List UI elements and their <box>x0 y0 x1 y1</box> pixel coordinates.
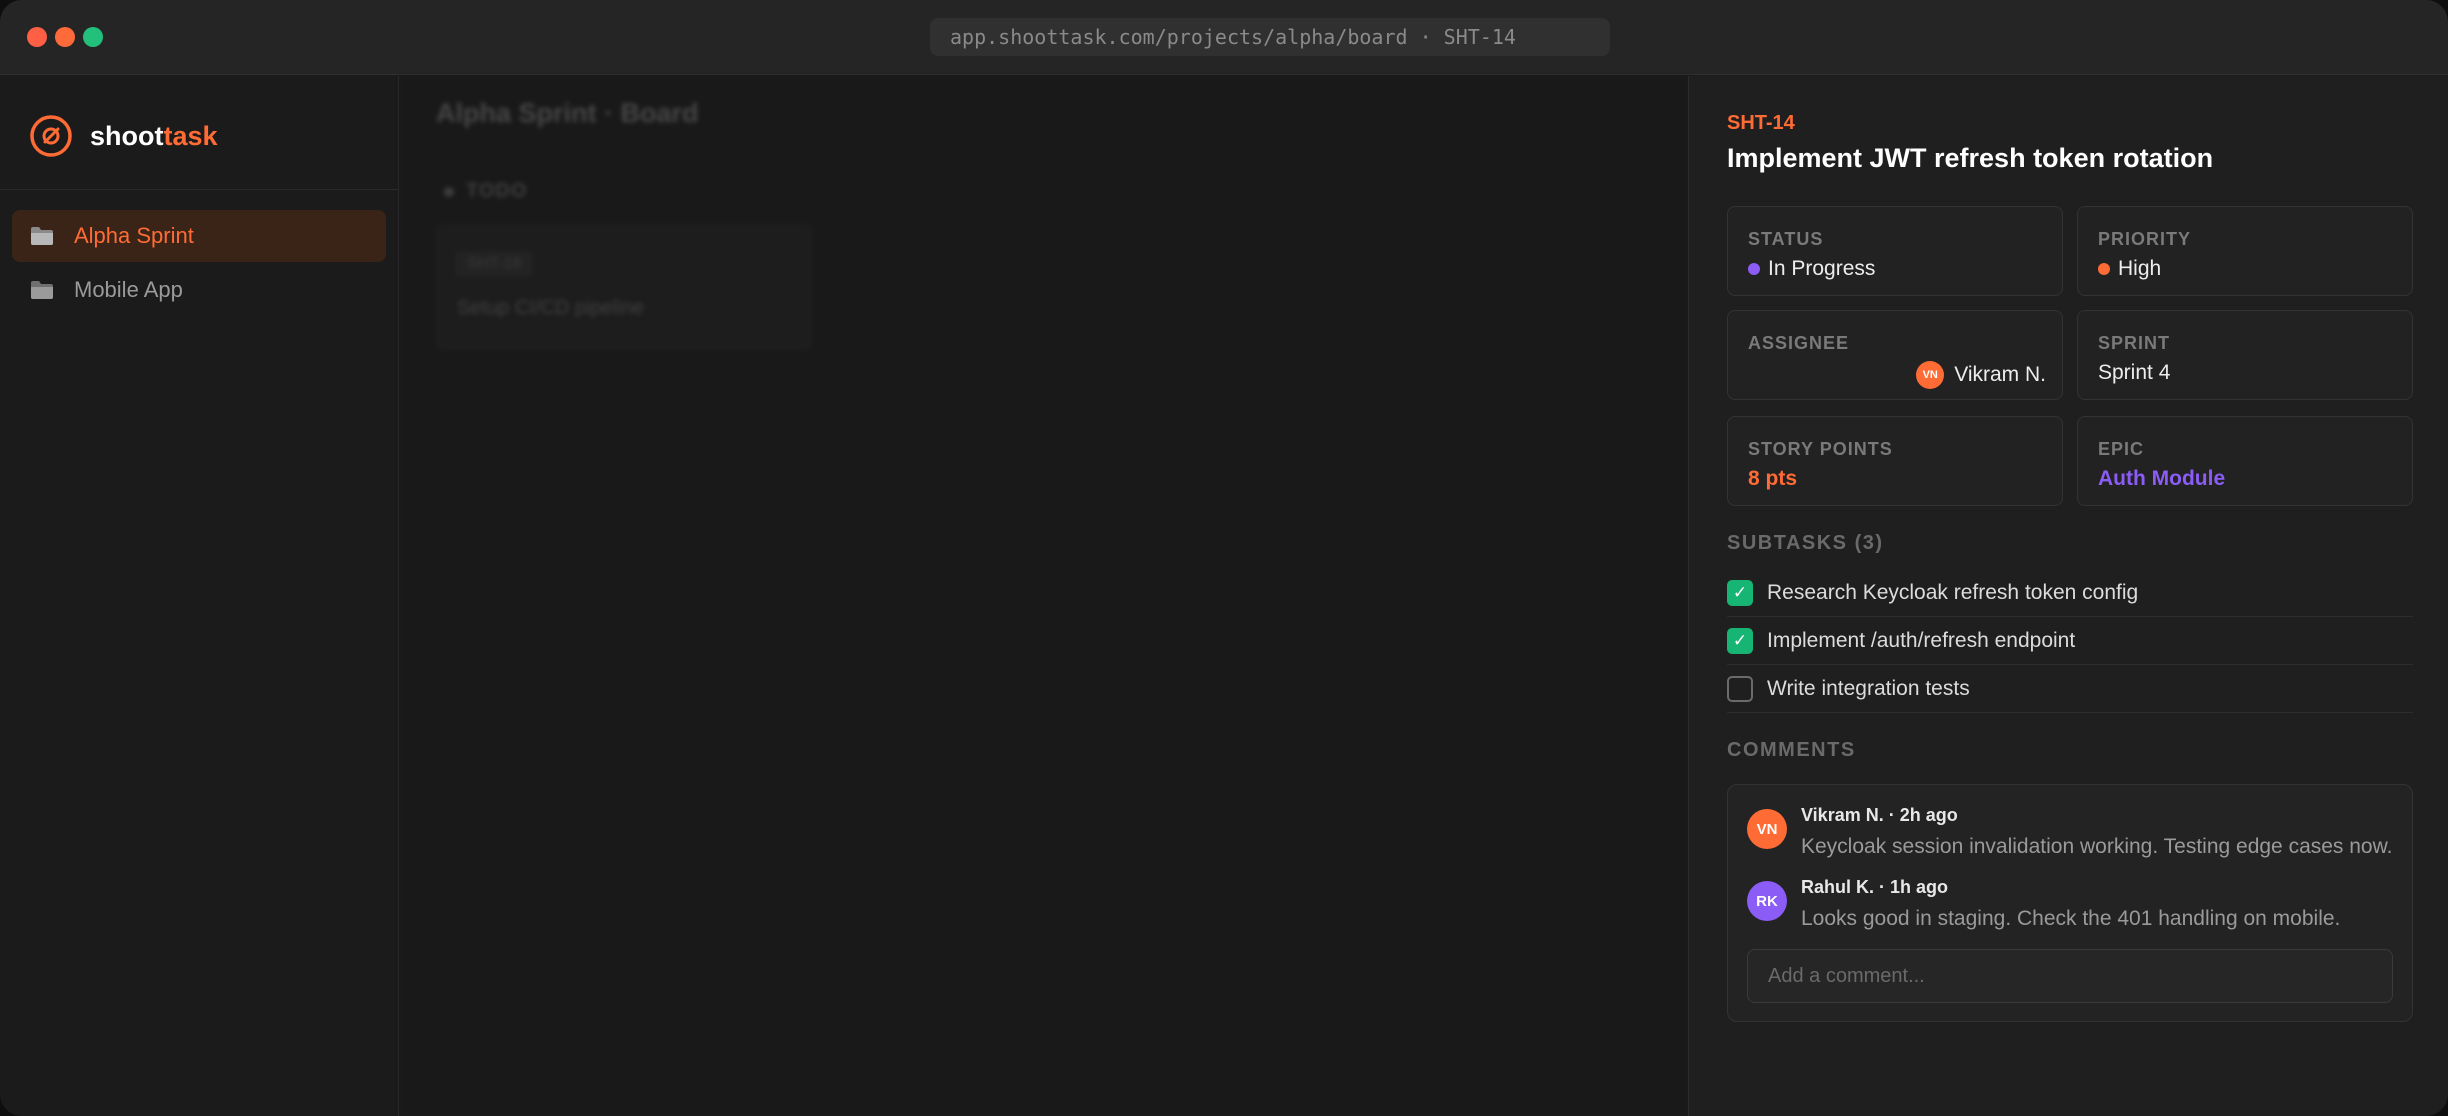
status-dot <box>1748 263 1760 275</box>
comment-author: Rahul K. · 1h ago <box>1801 877 1949 897</box>
issue-id: SHT-14 <box>1727 112 1795 134</box>
comments-header: COMMENTS <box>1727 739 1856 761</box>
field-label: PRIORITY <box>2098 229 2192 249</box>
column-header-todo: TODO <box>444 180 527 203</box>
sprint-field[interactable]: SPRINT Sprint 4 <box>2077 310 2413 400</box>
avatar: VN <box>1747 809 1787 849</box>
subtask-item[interactable]: ✓ Implement /auth/refresh endpoint <box>1727 617 2413 665</box>
status-field[interactable]: STATUS In Progress <box>1727 206 2063 296</box>
column-status-dot <box>444 186 454 197</box>
checkbox-checked[interactable]: ✓ <box>1727 627 1753 654</box>
status-value: In Progress <box>1748 257 1875 281</box>
maximize-window-button[interactable] <box>83 27 103 47</box>
subtask-text: Implement /auth/refresh endpoint <box>1767 628 2076 652</box>
field-label: STORY POINTS <box>1748 439 1893 459</box>
sidebar-item-label: Alpha Sprint <box>74 223 194 248</box>
avatar: RK <box>1747 881 1787 921</box>
board-title: Alpha Sprint · Board <box>436 98 699 128</box>
shoottask-logo-icon <box>30 115 72 157</box>
checkbox-checked[interactable]: ✓ <box>1727 579 1753 606</box>
sidebar-divider <box>0 189 399 190</box>
priority-value: High <box>2098 257 2161 281</box>
board-area: Alpha Sprint · Board TODO SHT-18 Setup C… <box>400 76 1688 1116</box>
priority-field[interactable]: PRIORITY High <box>2077 206 2413 296</box>
card-id: SHT-18 <box>455 251 534 277</box>
brand-name: shoottask <box>90 120 218 151</box>
minimize-window-button[interactable] <box>55 27 75 47</box>
card-title: Setup CI/CD pipeline <box>457 297 644 319</box>
comment-text: Looks good in staging. Check the 401 han… <box>1801 907 2341 930</box>
sidebar: shoottask Alpha Sprint Mobile App <box>0 76 399 1116</box>
story-points-field[interactable]: STORY POINTS 8 pts <box>1727 416 2063 506</box>
comment-item: VN Vikram N. · 2h ago Keycloak session i… <box>1747 805 2397 871</box>
sidebar-item-label: Mobile App <box>74 277 183 302</box>
priority-dot <box>2098 263 2110 275</box>
field-label: ASSIGNEE <box>1748 333 1850 353</box>
avatar: VN <box>1916 361 1945 389</box>
folder-icon <box>31 227 53 245</box>
issue-detail-panel: SHT-14 Implement JWT refresh token rotat… <box>1688 76 2448 1116</box>
field-label: SPRINT <box>2098 333 2171 353</box>
story-points-value: 8 pts <box>1748 467 1798 490</box>
sprint-value: Sprint 4 <box>2098 361 2171 384</box>
comments-box: VN Vikram N. · 2h ago Keycloak session i… <box>1727 784 2413 1022</box>
epic-value: Auth Module <box>2098 467 2226 490</box>
epic-field[interactable]: EPIC Auth Module <box>2077 416 2413 506</box>
sidebar-item-alpha-sprint[interactable]: Alpha Sprint <box>12 210 386 262</box>
checkbox-unchecked[interactable] <box>1727 675 1753 702</box>
assignee-value: VN Vikram N. <box>1916 361 2046 389</box>
subtask-item[interactable]: ✓ Research Keycloak refresh token config <box>1727 569 2413 617</box>
comment-input[interactable] <box>1747 949 2393 1003</box>
assignee-field[interactable]: ASSIGNEE VN Vikram N. <box>1727 310 2063 400</box>
close-window-button[interactable] <box>27 27 47 47</box>
comment-text: Keycloak session invalidation working. T… <box>1801 835 2393 858</box>
brand[interactable]: shoottask <box>28 112 218 160</box>
subtasks-header: SUBTASKS (3) <box>1727 532 1884 554</box>
sidebar-item-mobile-app[interactable]: Mobile App <box>12 264 386 316</box>
app-window: app.shoottask.com/projects/alpha/board ·… <box>0 0 2448 1116</box>
field-label: STATUS <box>1748 229 1824 249</box>
address-bar[interactable]: app.shoottask.com/projects/alpha/board ·… <box>930 18 1610 56</box>
folder-icon <box>31 281 53 299</box>
issue-title: Implement JWT refresh token rotation <box>1727 143 2214 173</box>
title-bar: app.shoottask.com/projects/alpha/board ·… <box>0 0 2448 75</box>
subtask-item[interactable]: Write integration tests <box>1727 665 2413 713</box>
board-card[interactable]: SHT-18 Setup CI/CD pipeline <box>436 224 812 350</box>
comment-author: Vikram N. · 2h ago <box>1801 805 1958 825</box>
subtask-text: Write integration tests <box>1767 676 1970 700</box>
field-label: EPIC <box>2098 439 2145 459</box>
comment-item: RK Rahul K. · 1h ago Looks good in stagi… <box>1747 877 2397 943</box>
subtask-text: Research Keycloak refresh token config <box>1767 580 2139 604</box>
